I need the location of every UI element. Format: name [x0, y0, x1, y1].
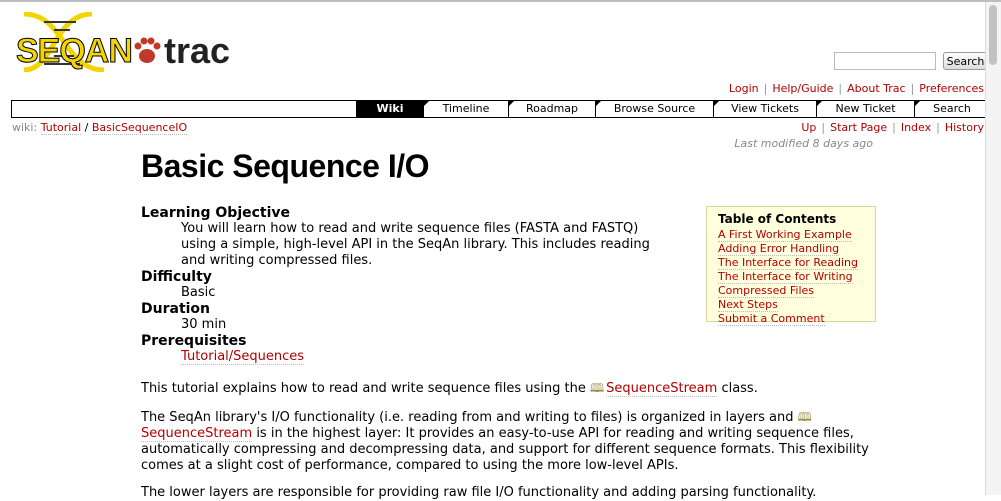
nav-tab-new-ticket-label: New Ticket — [835, 102, 896, 115]
start-page-link[interactable]: Start Page — [830, 121, 887, 134]
nav-corner-icon — [424, 101, 429, 106]
nav-corner-icon — [596, 101, 601, 106]
login-link[interactable]: Login — [729, 82, 759, 95]
nav-tab-wiki[interactable]: Wiki — [356, 101, 423, 117]
context-nav: Up | Start Page | Index | History — [801, 121, 984, 134]
toc-link[interactable]: Next Steps — [718, 298, 778, 312]
breadcrumb: wiki: Tutorial / BasicSequenceIO — [12, 121, 188, 135]
site-logo[interactable]: SEQAN trac — [14, 12, 231, 72]
up-link[interactable]: Up — [801, 121, 816, 134]
main-nav: Wiki Timeline Roadmap Browse Source View… — [11, 100, 989, 118]
toc-link[interactable]: Adding Error Handling — [718, 242, 840, 256]
toc-link[interactable]: The Interface for Reading — [718, 256, 858, 270]
intro-text: This tutorial explains how to read and w… — [141, 381, 586, 396]
nav-corner-icon — [509, 101, 514, 106]
nav-tab-timeline-label: Timeline — [442, 102, 490, 115]
io-paragraph: The SeqAn library's I/O functionality (i… — [141, 409, 871, 474]
intro-paragraph: This tutorial explains how to read and w… — [141, 379, 758, 400]
breadcrumb-basicsequenceio-link[interactable]: BasicSequenceIO — [91, 121, 188, 135]
search-button[interactable]: Search — [943, 52, 988, 70]
toc-link[interactable]: The Interface for Writing — [718, 270, 853, 284]
nav-tab-new-ticket[interactable]: New Ticket — [816, 101, 914, 117]
toc-title: Table of Contents — [718, 212, 837, 226]
nav-tab-view-tickets-label: View Tickets — [731, 102, 799, 115]
paw-icon — [134, 37, 161, 63]
index-link[interactable]: Index — [901, 121, 931, 134]
nav-corner-icon — [714, 101, 719, 106]
last-modified: Last modified 8 days ago — [734, 137, 873, 150]
def-description: You will learn how to read and write seq… — [181, 221, 650, 268]
logo-trac-text: trac — [164, 30, 231, 71]
vertical-scrollbar[interactable] — [985, 2, 1001, 495]
table-of-contents: Table of Contents A First Working Exampl… — [706, 206, 876, 326]
logo-seqan-text: SEQAN — [16, 32, 134, 71]
window-top-border — [0, 0, 1001, 2]
nav-tab-roadmap-label: Roadmap — [525, 102, 579, 115]
book-icon: 🕮 — [797, 410, 812, 424]
history-link[interactable]: History — [945, 121, 984, 134]
nav-corner-icon — [817, 101, 822, 106]
book-icon: 🕮 — [589, 381, 605, 395]
breadcrumb-tutorial-link[interactable]: Tutorial — [40, 121, 82, 135]
def-term: Prerequisites — [141, 333, 247, 349]
breadcrumb-separator: / — [84, 121, 89, 134]
scrollbar-thumb[interactable] — [989, 5, 997, 65]
sequencestream-link[interactable]: SequenceStream — [606, 381, 718, 397]
sequencestream-link[interactable]: SequenceStream — [141, 426, 253, 442]
breadcrumb-prefix: wiki: — [12, 121, 38, 134]
lower-layers-paragraph: The lower layers are responsible for pro… — [141, 485, 817, 500]
nav-tab-roadmap[interactable]: Roadmap — [508, 101, 595, 117]
help-guide-link[interactable]: Help/Guide — [772, 82, 833, 95]
toc-link[interactable]: A First Working Example — [718, 228, 852, 242]
nav-tab-browse-source[interactable]: Browse Source — [595, 101, 713, 117]
page-title: Basic Sequence I/O — [141, 148, 430, 184]
nav-tab-browse-source-label: Browse Source — [613, 102, 696, 115]
nav-tab-search-label: Search — [933, 102, 971, 115]
nav-corner-icon — [915, 101, 920, 106]
nav-tab-view-tickets[interactable]: View Tickets — [713, 101, 816, 117]
io-text: The SeqAn library's I/O functionality (i… — [141, 410, 794, 425]
prerequisite-link[interactable]: Tutorial/Sequences — [181, 349, 305, 365]
toc-link[interactable]: Compressed Files — [718, 284, 815, 298]
preferences-link[interactable]: Preferences — [919, 82, 984, 95]
nav-tab-wiki-label: Wiki — [376, 102, 404, 115]
nav-tab-timeline[interactable]: Timeline — [423, 101, 508, 117]
about-trac-link[interactable]: About Trac — [847, 82, 905, 95]
meta-nav: Login | Help/Guide | About Trac | Preferences — [728, 82, 984, 95]
toc-link[interactable]: Submit a Comment — [718, 312, 825, 326]
intro-text-end: class. — [721, 381, 758, 396]
nav-tab-search[interactable]: Search — [914, 101, 989, 117]
search-input[interactable] — [834, 52, 936, 70]
